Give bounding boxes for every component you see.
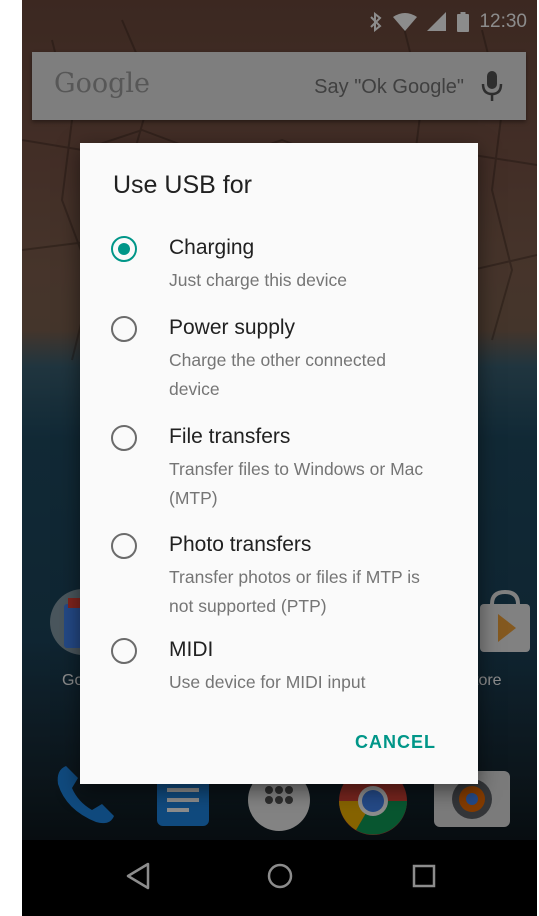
radio-button[interactable] [111,425,137,451]
dialog-title: Use USB for [113,171,252,199]
radio-button[interactable] [111,638,137,664]
option-subtitle: Transfer files to Windows or Mac (MTP) [169,459,424,508]
cancel-button[interactable]: CANCEL [355,732,436,753]
usb-mode-dialog: Use USB for Charging Just charge this de… [80,143,478,784]
option-subtitle: Charge the other connected device [169,350,386,399]
option-title: MIDI [169,638,214,661]
option-title: Charging [169,236,255,259]
option-subtitle: Just charge this device [169,270,348,290]
radio-button-selected[interactable] [111,236,137,262]
option-subtitle: Transfer photos or files if MTP is not s… [169,567,420,616]
option-title: File transfers [169,425,291,448]
option-title: Photo transfers [169,533,312,556]
radio-button[interactable] [111,316,137,342]
radio-button[interactable] [111,533,137,559]
option-subtitle: Use device for MIDI input [169,672,366,692]
option-title: Power supply [169,316,296,339]
